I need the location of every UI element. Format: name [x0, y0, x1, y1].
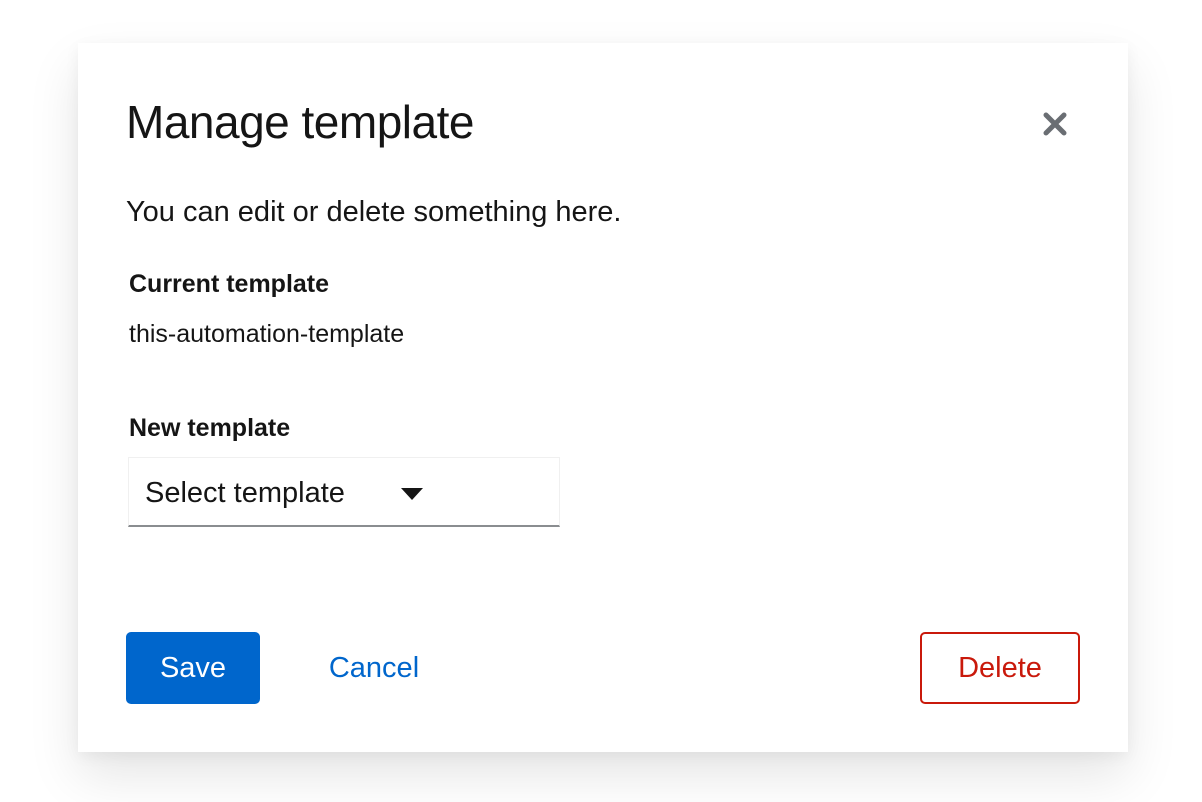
- cancel-button[interactable]: Cancel: [304, 632, 444, 704]
- delete-button[interactable]: Delete: [920, 632, 1080, 704]
- manage-template-modal: Manage template You can edit or delete s…: [78, 43, 1128, 752]
- caret-down-icon: [401, 488, 423, 500]
- current-template-value: this-automation-template: [129, 320, 405, 348]
- modal-description: You can edit or delete something here.: [126, 196, 622, 228]
- close-icon: [1043, 112, 1067, 136]
- save-button[interactable]: Save: [126, 632, 260, 704]
- backdrop: Manage template You can edit or delete s…: [0, 0, 1202, 802]
- select-placeholder: Select template: [145, 477, 345, 509]
- current-template-label: Current template: [129, 270, 330, 298]
- new-template-label: New template: [129, 414, 291, 442]
- modal-title: Manage template: [126, 96, 474, 148]
- template-select[interactable]: Select template: [128, 457, 560, 527]
- close-button[interactable]: [1033, 102, 1077, 146]
